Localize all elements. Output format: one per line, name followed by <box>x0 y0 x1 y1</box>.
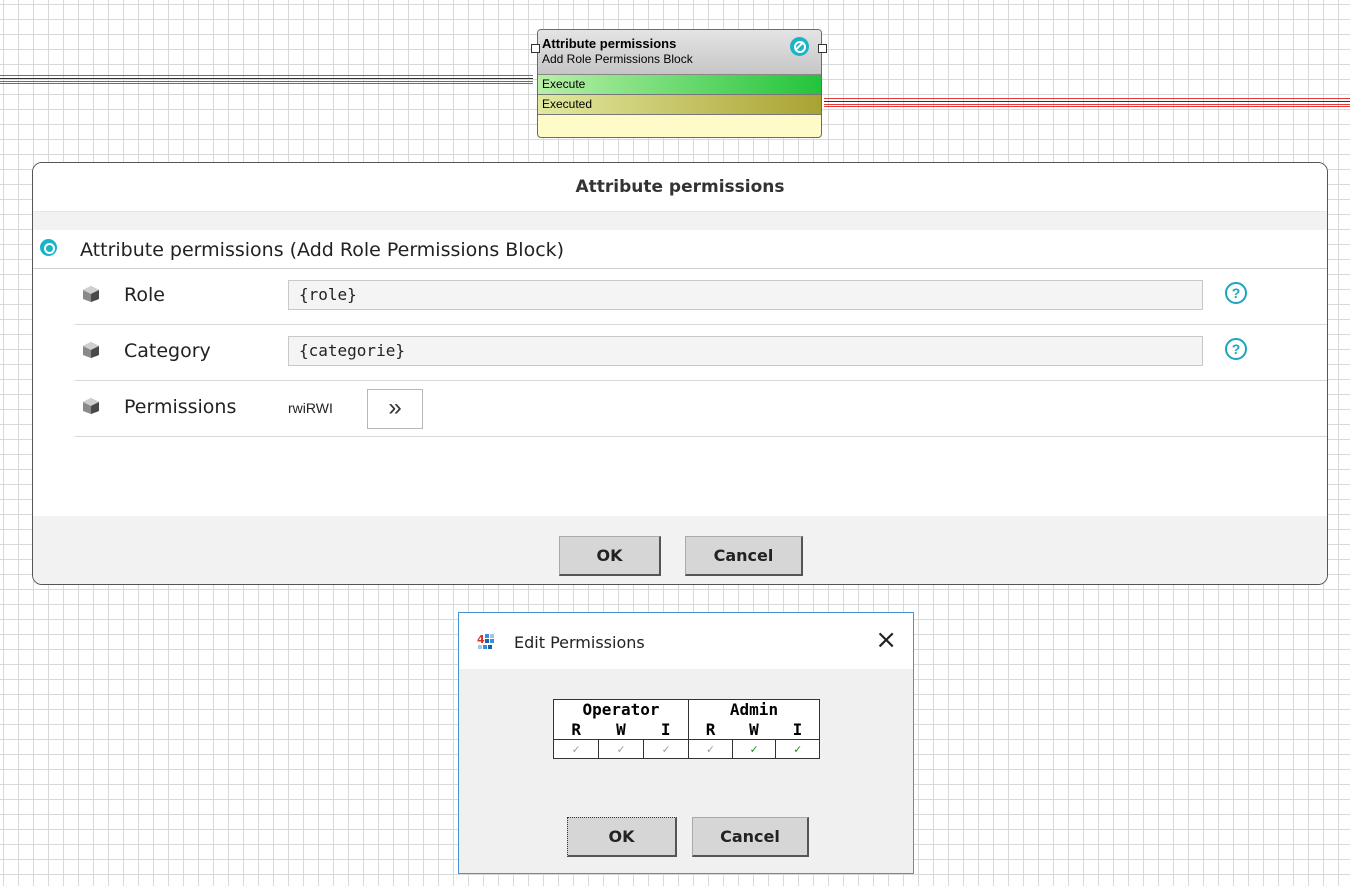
operator-write-checkbox[interactable]: ✓ <box>598 738 644 759</box>
node-input-port[interactable] <box>531 44 540 53</box>
admin-write-checkbox[interactable]: ✓ <box>731 738 777 759</box>
column-label: W <box>749 719 759 739</box>
column-label: R <box>705 719 716 739</box>
node-title: Attribute permissions <box>542 36 677 51</box>
column-label: R <box>571 719 582 739</box>
attribute-permissions-node[interactable]: Attribute permissions Add Role Permissio… <box>537 29 822 138</box>
dialog-footer: OK Cancel <box>33 516 1327 584</box>
edit-permissions-titlebar: 4 Edit Permissions × <box>459 613 913 669</box>
section-title: Attribute permissions (Add Role Permissi… <box>80 239 565 261</box>
block-section-header: Attribute permissions (Add Role Permissi… <box>33 230 1327 269</box>
operator-read-checkbox[interactable]: ✓ <box>553 738 599 759</box>
param-row-permissions: Permissions rwiRWI » <box>75 381 1327 437</box>
double-chevron-right-icon: » <box>388 394 402 421</box>
edit-permissions-title: Edit Permissions <box>514 633 645 652</box>
svg-text:4: 4 <box>477 633 485 646</box>
permissions-label: Permissions <box>124 396 237 418</box>
close-icon[interactable]: × <box>875 625 897 655</box>
admin-read-checkbox[interactable]: ✓ <box>688 738 733 759</box>
cube-icon <box>82 341 100 359</box>
help-icon[interactable]: ? <box>1225 282 1247 304</box>
help-icon[interactable]: ? <box>1225 338 1247 360</box>
admin-info-checkbox[interactable]: ✓ <box>775 738 820 759</box>
edit-cancel-button[interactable]: Cancel <box>692 817 809 857</box>
edit-ok-button[interactable]: OK <box>567 817 677 857</box>
block-status-icon <box>40 239 57 256</box>
edit-permissions-button[interactable]: » <box>367 389 423 429</box>
input-wire <box>0 74 533 85</box>
admin-group-label: Admin <box>729 700 779 720</box>
ok-button[interactable]: OK <box>559 536 661 576</box>
edit-permissions-body: Operator Admin R W I R W I ✓ ✓ ✓ ✓ ✓ ✓ O… <box>459 669 913 873</box>
permissions-value: rwiRWI <box>288 400 333 416</box>
operator-group-label: Operator <box>553 699 689 720</box>
node-executed-port[interactable]: Executed <box>538 95 821 115</box>
attribute-permissions-dialog: Attribute permissions Attribute permissi… <box>32 162 1328 585</box>
node-output-port[interactable] <box>818 44 827 53</box>
node-subtitle: Add Role Permissions Block <box>542 52 693 66</box>
block-status-icon <box>790 37 809 56</box>
role-label: Role <box>124 284 165 306</box>
node-execute-port[interactable]: Execute <box>538 75 821 95</box>
param-row-category: Category {categorie} ? <box>75 325 1327 381</box>
cancel-button[interactable]: Cancel <box>685 536 803 576</box>
permissions-matrix: Operator Admin R W I R W I ✓ ✓ ✓ ✓ ✓ ✓ <box>553 699 820 759</box>
column-label: I <box>643 719 689 739</box>
cube-icon <box>82 285 100 303</box>
edit-permissions-window: 4 Edit Permissions × Operator Admin R W … <box>458 612 914 874</box>
cube-icon <box>82 397 100 415</box>
dialog-title: Attribute permissions <box>33 163 1327 212</box>
category-input[interactable]: {categorie} <box>288 336 1203 366</box>
operator-info-checkbox[interactable]: ✓ <box>643 738 689 759</box>
param-row-role: Role {role} ? <box>75 269 1327 325</box>
node-header: Attribute permissions Add Role Permissio… <box>538 30 821 75</box>
column-label: W <box>616 719 626 739</box>
category-label: Category <box>124 340 211 362</box>
output-wire <box>824 97 1350 108</box>
column-label: I <box>792 719 803 739</box>
app-logo-icon: 4 <box>477 633 495 651</box>
role-input[interactable]: {role} <box>288 280 1203 310</box>
